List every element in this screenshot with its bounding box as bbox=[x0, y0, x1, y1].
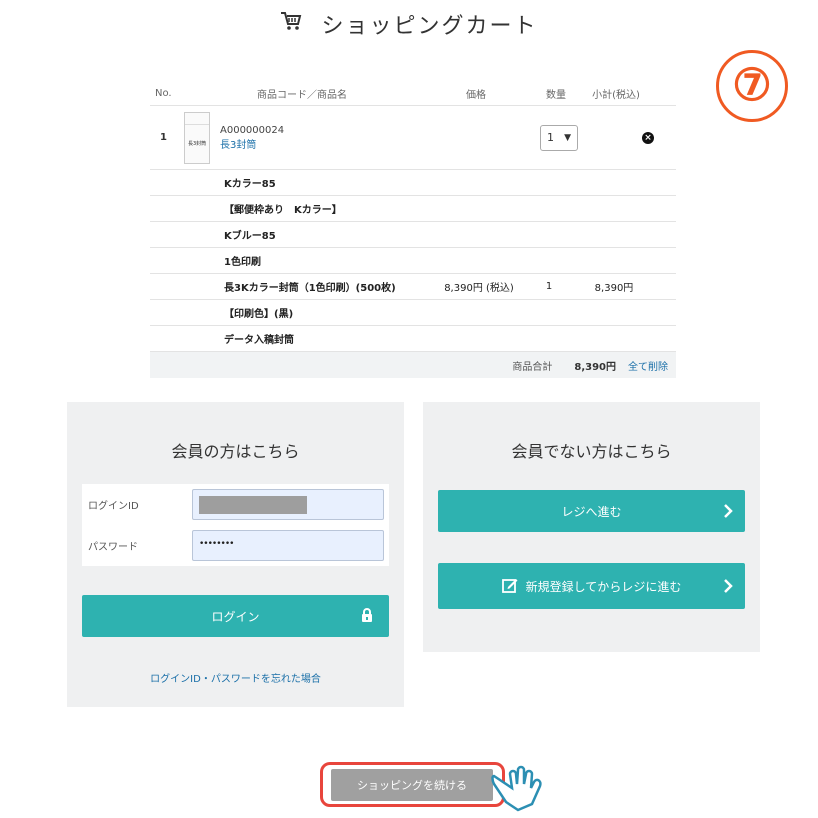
checkout-button[interactable]: レジへ進む bbox=[438, 490, 745, 532]
option-row: データ入稿封筒 bbox=[150, 326, 676, 352]
product-thumbnail: 長3封筒 bbox=[184, 111, 210, 164]
item-code-name: A000000024 長3封筒 bbox=[220, 123, 510, 153]
option-name: 【印刷色】(黒) bbox=[224, 309, 294, 320]
page-title-text: ショッピングカート bbox=[321, 14, 538, 39]
option-qty: 1 bbox=[545, 281, 553, 292]
login-id-label: ログインID bbox=[88, 500, 139, 512]
col-price: 価格 bbox=[466, 90, 486, 101]
option-name: 長3Kカラー封筒（1色印刷）(500枚) bbox=[224, 283, 396, 294]
delete-all-link[interactable]: 全て削除 bbox=[628, 358, 668, 373]
product-name-link[interactable]: 長3封筒 bbox=[220, 138, 510, 153]
total-label: 商品合計 bbox=[512, 361, 553, 373]
redacted-value bbox=[199, 495, 307, 514]
page-title: ショッピングカート bbox=[0, 8, 818, 40]
guest-checkout-panel: 会員でない方はこちら レジへ進む 新規登録してからレジに進む bbox=[423, 402, 760, 652]
option-row: 長3Kカラー封筒（1色印刷）(500枚) 8,390円 (税込) 1 8,390… bbox=[150, 274, 676, 300]
password-input[interactable]: •••••••• bbox=[192, 529, 384, 561]
cart-item-row: 1 長3封筒 A000000024 長3封筒 1 ▼ × bbox=[150, 106, 676, 170]
option-row: 1色印刷 bbox=[150, 248, 676, 274]
hand-pointer-icon bbox=[490, 762, 546, 818]
option-name: 1色印刷 bbox=[224, 257, 261, 268]
option-price: 8,390円 (税込) bbox=[444, 283, 514, 294]
option-name: 【郵便枠あり Kカラー】 bbox=[224, 205, 342, 216]
remove-item-icon[interactable]: × bbox=[642, 132, 654, 144]
cart-total-row: 商品合計 8,390円 全て削除 bbox=[150, 352, 676, 378]
col-subtotal: 小計(税込) bbox=[592, 90, 640, 101]
password-label: パスワード bbox=[88, 541, 138, 553]
quantity-value: 1 bbox=[547, 131, 554, 144]
total-value: 8,390円 bbox=[574, 361, 616, 373]
continue-shopping-button[interactable]: ショッピングを続ける bbox=[331, 769, 493, 801]
login-button-label: ログイン bbox=[211, 609, 260, 624]
quantity-select[interactable]: 1 ▼ bbox=[540, 124, 578, 151]
option-row: 【印刷色】(黒) bbox=[150, 300, 676, 326]
chevron-down-icon: ▼ bbox=[564, 132, 571, 143]
product-code: A000000024 bbox=[220, 124, 285, 136]
option-row: 【郵便枠あり Kカラー】 bbox=[150, 196, 676, 222]
chevron-right-icon bbox=[723, 578, 733, 597]
col-name: 商品コード／商品名 bbox=[257, 90, 347, 101]
checkout-button-label: レジへ進む bbox=[561, 504, 622, 519]
guest-heading: 会員でない方はこちら bbox=[511, 442, 672, 461]
chevron-right-icon bbox=[723, 503, 733, 522]
password-mask: •••••••• bbox=[199, 538, 234, 549]
forgot-credentials-link[interactable]: ログインID・パスワードを忘れた場合 bbox=[67, 670, 404, 685]
cart-header-row: No. 商品コード／商品名 価格 数量 小計(税込) bbox=[150, 82, 676, 106]
col-qty: 数量 bbox=[546, 90, 566, 101]
register-and-checkout-button[interactable]: 新規登録してからレジに進む bbox=[438, 563, 745, 609]
option-row: Kブルー85 bbox=[150, 222, 676, 248]
item-no: 1 bbox=[160, 132, 167, 143]
member-heading: 会員の方はこちら bbox=[171, 442, 300, 461]
option-name: Kカラー85 bbox=[224, 179, 276, 190]
login-id-row: ログインID bbox=[82, 488, 389, 520]
continue-shopping-label: ショッピングを続ける bbox=[357, 779, 467, 792]
cart-table: No. 商品コード／商品名 価格 数量 小計(税込) 1 長3封筒 A00000… bbox=[150, 82, 676, 378]
option-name: Kブルー85 bbox=[224, 231, 276, 242]
shopping-cart-icon bbox=[280, 11, 302, 37]
login-form: ログインID パスワード •••••••• bbox=[82, 484, 389, 566]
password-row: パスワード •••••••• bbox=[82, 529, 389, 561]
thumbnail-label: 長3封筒 bbox=[188, 140, 207, 147]
step-badge: ⑦ bbox=[716, 50, 788, 122]
lock-icon bbox=[361, 608, 373, 626]
option-subtotal: 8,390円 bbox=[594, 283, 634, 294]
option-row: Kカラー85 bbox=[150, 170, 676, 196]
col-no: No. bbox=[155, 88, 172, 99]
login-id-input[interactable] bbox=[192, 488, 384, 520]
option-name: データ入稿封筒 bbox=[224, 335, 294, 346]
login-button[interactable]: ログイン bbox=[82, 595, 389, 637]
edit-icon bbox=[501, 577, 518, 596]
register-button-label: 新規登録してからレジに進む bbox=[525, 579, 682, 594]
member-login-panel: 会員の方はこちら ログインID パスワード •••••••• ログイン ログイン… bbox=[67, 402, 404, 707]
